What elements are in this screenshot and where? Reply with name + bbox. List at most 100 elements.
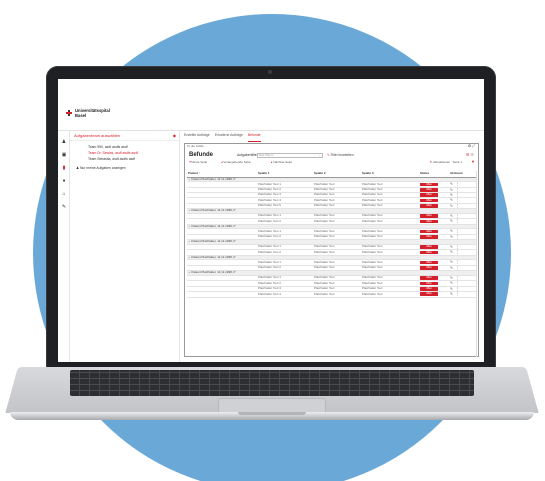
first-page-button[interactable]: ⏮ Erste Seite [189,160,208,164]
edit-pen-icon[interactable]: ✎ [450,229,453,233]
edit-pen-icon[interactable]: ✎ [450,235,453,239]
more-icon[interactable]: ⋮ [456,266,460,270]
next-page-button[interactable]: ▸ Nächste Seite [271,160,293,164]
edit-filter-label: Filter bearbeiten [330,153,354,157]
edit-pen-icon[interactable]: ✎ [450,204,453,208]
brand-logo[interactable]: Universitätsspital Basel [75,108,110,118]
table-cell: Platzhalter Text 4 [257,291,313,298]
table-row[interactable]: Platzhalter Text 4 Platzhalter Text Platzh… [187,291,477,298]
prev-page-button[interactable]: ◂ Vorangehende Seite [221,160,251,164]
more-icon[interactable]: ⋮ [456,188,460,192]
patient-group-label: Patient Platzhalter, 11.11.1998, P [191,239,236,244]
list-view-icon[interactable]: ☰ [466,152,470,157]
status-badge: offen [420,287,438,291]
edit-pen-icon[interactable]: ✎ [450,281,453,285]
status-badge: offen [420,276,438,280]
status-badge: offen [420,204,438,208]
tab-created-orders[interactable]: Erstellte Aufträge [184,133,210,142]
more-icon[interactable]: ⋮ [456,229,460,233]
more-icon[interactable]: ⋮ [456,287,460,291]
more-icon[interactable]: ⋮ [456,198,460,202]
next-page-label: Nächste Seite [273,160,293,164]
status-badge: offen [420,193,438,197]
tab-bar: Erstellte Aufträge Erhaltene Aufträge Be… [184,133,261,142]
task-panel-header[interactable]: Aufgabenteam auswählen ◆ [70,131,179,141]
more-icon[interactable]: ⋮ [456,245,460,249]
tab-received-orders[interactable]: Erhaltene Aufträge [215,133,243,142]
more-icon[interactable]: ⋮ [456,204,460,208]
first-page-label: Erste Seite [192,160,208,164]
more-icon[interactable]: ⋮ [456,260,460,264]
main-area: Erstellte Aufträge Erhaltene Aufträge Be… [180,131,484,362]
status-badge: offen [420,281,438,286]
inbox-icon[interactable]: ▣ [61,152,67,158]
cart-icon[interactable]: ⌂ [61,191,67,197]
status-badge: offen [420,219,438,224]
more-icon[interactable]: ⋮ [456,281,460,285]
first-page-icon: ⏮ [189,160,192,164]
back-link[interactable]: To die subtle [187,144,204,148]
findings-card: To die subtle ⚙ ⤢ Befunde Aufgabenfilter… [184,143,479,357]
document-icon[interactable]: ▮ [61,165,67,171]
edit-pen-icon[interactable]: ✎ [450,198,453,202]
more-icon[interactable]: ⋮ [456,235,460,239]
laptop-notch [238,412,306,415]
edit-pen-icon[interactable]: ✎ [450,292,453,296]
edit-pen-icon[interactable]: ✎ [450,182,453,186]
status-badge: offen [420,214,438,218]
status-badge: offen [420,292,438,297]
more-icon[interactable]: ⋮ [456,276,460,280]
refresh-icon: ↻ [429,160,433,164]
grid-view-icon[interactable]: ⚙ [470,152,474,157]
tab-findings[interactable]: Befunde [247,133,261,142]
edit-pen-icon[interactable]: ✎ [450,276,453,280]
more-icon[interactable]: ⋮ [456,182,460,186]
more-icon[interactable]: ⋮ [456,219,460,223]
chevron-down-icon: ⌄ [318,153,321,157]
filter-placeholder: Das Filtern [259,153,274,157]
edit-pen-icon[interactable]: ✎ [450,266,453,270]
task-filter-select[interactable]: Das Filtern ⌄ [257,153,323,158]
my-tasks-toggle[interactable]: ♟ Nur meine Aufgaben anzeigen [70,163,179,175]
edit-pen-icon[interactable]: ✎ [450,193,453,197]
task-panel-title: Aufgabenteam auswählen [74,133,121,138]
edit-filter-button[interactable]: ✎ Filter bearbeiten [327,153,354,158]
edit-pen-icon[interactable]: ✎ [450,245,453,249]
table-scrollbar[interactable] [475,171,477,357]
status-badge: offen [420,198,438,203]
edit-pen-icon[interactable]: ✎ [450,188,453,192]
tool-icon[interactable]: ✎ [61,204,67,210]
pen-icon: ✎ [327,153,330,157]
more-icon[interactable]: ⋮ [456,214,460,218]
actions-cell: ✎ ⋮ [449,291,477,298]
status-badge: offen [420,229,438,234]
settings-icon[interactable]: ⚙ [468,144,471,148]
filter-icon[interactable]: ▼ [471,159,475,165]
title-row: Befunde Aufgabenfilter Das Filtern ⌄ ✎ Fi… [185,149,478,159]
edit-pen-icon[interactable]: ✎ [450,219,453,223]
patient-group-label: Patient Platzhalter, 11.11.1998, P [191,254,236,259]
expand-icon[interactable]: ⤢ [472,144,475,148]
refresh-label: Aktualisieren [432,160,451,164]
refresh-button[interactable]: ↻ Aktualisieren Seite 1 [429,160,462,164]
more-icon[interactable]: ⋮ [456,250,460,254]
table-body: ⌄ Patient Platzhalter, 11.11.1998, P Plat… [187,176,477,298]
edit-pen-icon[interactable]: ✎ [450,260,453,264]
edit-pen-icon[interactable]: ✎ [450,287,453,291]
more-icon[interactable]: ⋮ [456,193,460,197]
edit-pen-icon[interactable]: ✎ [450,214,453,218]
patient-group-label: Patient Platzhalter, 11.11.1998, P [191,176,236,181]
webcam [268,70,272,74]
edit-pen-icon[interactable]: ✎ [450,250,453,254]
logo-cross-icon [66,110,72,116]
bell-icon[interactable]: ♦ [61,178,67,184]
pin-icon[interactable]: ◆ [173,133,176,139]
task-panel: Aufgabenteam auswählen ◆ Team 990, asdf … [70,131,180,362]
prev-page-label: Vorangehende Seite [223,160,251,164]
user-group-icon[interactable]: ♟ [61,139,67,145]
table-cell: Platzhalter Text [361,291,419,298]
status-badge: offen [420,260,438,265]
table-cell: Platzhalter Text [313,291,361,298]
patient-cell [187,291,257,298]
more-icon[interactable]: ⋮ [456,292,460,296]
